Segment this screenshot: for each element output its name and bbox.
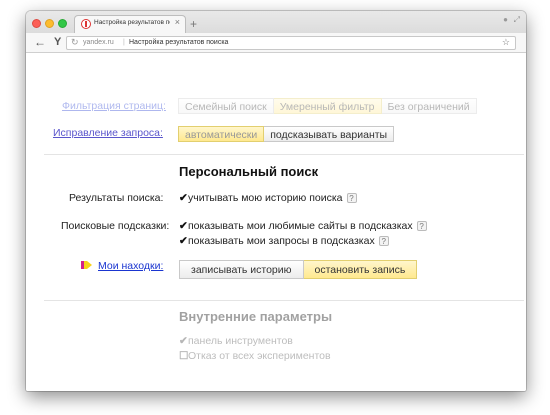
results-history-label: учитывать мою историю поиска xyxy=(188,192,343,204)
browser-tab[interactable]: Настройка результатов поис × xyxy=(74,15,186,33)
page-content: Фильтрация страниц: Семейный поиск Умере… xyxy=(26,54,526,391)
suggest-queries-label: показывать мои запросы в подсказках xyxy=(188,235,375,247)
toolbar-panel-label: панель инструментов xyxy=(188,335,293,347)
filter-option-moderate[interactable]: Умеренный фильтр xyxy=(273,98,382,114)
personal-search-heading: Персональный поиск xyxy=(179,164,319,179)
reload-icon[interactable]: ↻ xyxy=(71,37,79,48)
minimize-window-button[interactable] xyxy=(45,19,54,28)
record-history-button[interactable]: записывать историю xyxy=(179,260,304,279)
experiments-optout-checkbox[interactable]: ☐Отказ от всех экспериментов xyxy=(179,350,331,362)
results-label: Результаты поиска: xyxy=(69,192,164,204)
help-icon[interactable]: ? xyxy=(416,221,427,232)
filter-option-none[interactable]: Без ограничений xyxy=(381,98,477,114)
toolbar-panel-checkbox[interactable]: ✔панель инструментов xyxy=(179,335,293,347)
suggest-favorites-checkbox[interactable]: ✔показывать мои любимые сайты в подсказк… xyxy=(179,220,427,232)
zoom-window-button[interactable] xyxy=(58,19,67,28)
url-separator: | xyxy=(123,39,125,46)
browser-toolbar: ← Y ↻ yandex.ru | Настройка результатов … xyxy=(26,33,526,53)
divider xyxy=(44,300,524,301)
back-arrow-icon[interactable]: ← xyxy=(34,35,46,49)
experiments-optout-label: Отказ от всех экспериментов xyxy=(188,350,331,362)
correction-option-auto[interactable]: автоматически xyxy=(178,126,265,142)
new-tab-button[interactable]: + xyxy=(190,18,197,30)
tab-close-icon[interactable]: × xyxy=(175,18,180,27)
extension-icon[interactable]: ● xyxy=(503,15,508,24)
divider xyxy=(44,154,524,155)
my-finds-segmented-control: записывать историю остановить запись xyxy=(179,260,418,279)
my-finds-label[interactable]: Мои находки: xyxy=(98,260,163,272)
address-bar[interactable]: ↻ yandex.ru | Настройка результатов поис… xyxy=(66,36,516,50)
tab-strip: Настройка результатов поис × + ● ⤢ xyxy=(26,11,526,33)
checkmark-icon: ✔ xyxy=(179,235,188,247)
yandex-logo-icon[interactable]: Y xyxy=(54,36,61,48)
url-page-title: Настройка результатов поиска xyxy=(129,39,229,46)
correction-segmented-control: автоматически подсказывать варианты xyxy=(178,126,395,142)
empty-checkbox-icon: ☐ xyxy=(179,350,189,362)
help-icon[interactable]: ? xyxy=(378,236,389,247)
checkmark-icon: ✔ xyxy=(179,335,188,347)
browser-window: Настройка результатов поис × + ● ⤢ ← Y ↻… xyxy=(26,11,526,391)
filter-segmented-control: Семейный поиск Умеренный фильтр Без огра… xyxy=(178,98,477,114)
yandex-favicon-icon xyxy=(81,19,91,29)
url-host: yandex.ru xyxy=(83,39,114,46)
correction-label[interactable]: Исправление запроса: xyxy=(53,127,163,139)
bookmark-star-icon[interactable]: ☆ xyxy=(502,37,510,48)
suggest-label: Поисковые подсказки: xyxy=(61,220,170,232)
internal-params-heading: Внутренние параметры xyxy=(179,309,333,324)
close-window-button[interactable] xyxy=(32,19,41,28)
filter-label[interactable]: Фильтрация страниц: xyxy=(62,100,166,112)
stop-recording-button[interactable]: остановить запись xyxy=(303,260,418,279)
filter-option-family[interactable]: Семейный поиск xyxy=(178,98,274,114)
tab-title: Настройка результатов поис xyxy=(94,19,170,26)
help-icon[interactable]: ? xyxy=(346,193,357,204)
suggest-queries-checkbox[interactable]: ✔показывать мои запросы в подсказках? xyxy=(179,235,389,247)
checkmark-icon: ✔ xyxy=(179,192,188,204)
results-history-checkbox[interactable]: ✔учитывать мою историю поиска? xyxy=(179,192,357,204)
fullscreen-icon[interactable]: ⤢ xyxy=(514,15,520,25)
my-finds-arrow-icon xyxy=(81,261,92,269)
suggest-favorites-label: показывать мои любимые сайты в подсказка… xyxy=(188,220,413,232)
checkmark-icon: ✔ xyxy=(179,220,188,232)
correction-option-suggest[interactable]: подсказывать варианты xyxy=(264,126,395,142)
